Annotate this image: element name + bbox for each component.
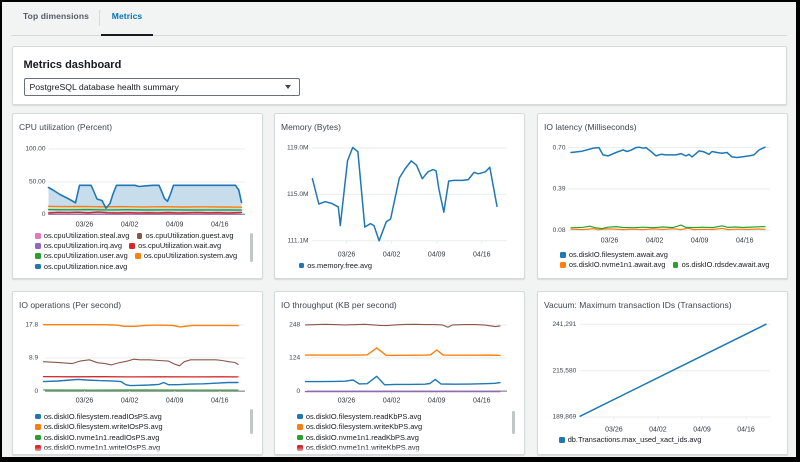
svg-text:04/02: 04/02 [120,398,138,405]
svg-text:111.1M: 111.1M [287,238,308,245]
svg-text:04/16: 04/16 [473,398,491,405]
svg-text:04/02: 04/02 [645,238,663,245]
svg-text:0.08: 0.08 [552,227,565,234]
svg-text:100.00: 100.00 [25,146,46,153]
svg-text:04/09: 04/09 [427,251,445,258]
svg-text:03/26: 03/26 [337,251,355,258]
svg-text:04/09: 04/09 [165,222,183,229]
svg-text:50.00: 50.00 [28,179,45,186]
svg-text:248: 248 [289,322,300,329]
svg-text:0: 0 [296,388,300,395]
svg-text:119.0M: 119.0M [286,145,308,152]
svg-text:04/09: 04/09 [165,398,183,405]
svg-text:04/09: 04/09 [690,238,708,245]
svg-text:03/26: 03/26 [337,398,355,405]
svg-text:04/02: 04/02 [120,222,138,229]
svg-text:04/02: 04/02 [382,398,400,405]
svg-text:189,869: 189,869 [552,414,576,421]
svg-text:04/09: 04/09 [427,398,445,405]
svg-text:04/16: 04/16 [211,222,229,229]
svg-text:0.70: 0.70 [552,144,565,151]
svg-text:04/16: 04/16 [473,251,491,258]
svg-text:8.9: 8.9 [29,355,38,362]
svg-text:04/09: 04/09 [693,426,711,433]
svg-text:115.0M: 115.0M [286,191,308,198]
svg-text:03/26: 03/26 [75,222,93,229]
svg-text:0: 0 [41,211,45,218]
svg-text:03/26: 03/26 [605,426,623,433]
svg-text:241,291: 241,291 [552,321,576,328]
svg-text:03/26: 03/26 [75,398,93,405]
svg-text:04/16: 04/16 [211,398,229,405]
svg-text:04/02: 04/02 [649,426,667,433]
svg-text:215,580: 215,580 [552,367,576,374]
svg-text:04/16: 04/16 [737,426,755,433]
svg-text:17.8: 17.8 [25,322,38,329]
svg-text:03/26: 03/26 [600,238,618,245]
svg-text:04/02: 04/02 [382,251,400,258]
svg-text:04/16: 04/16 [736,238,754,245]
svg-text:0.39: 0.39 [552,186,565,193]
svg-text:0: 0 [34,388,38,395]
svg-text:124: 124 [289,355,300,362]
